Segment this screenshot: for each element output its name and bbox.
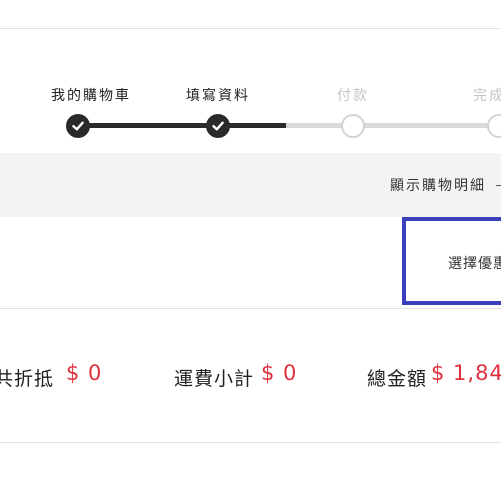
show-order-details-toggle[interactable]: 顯示購物明細 [390,175,486,195]
stepper-progress-remaining [286,123,501,128]
step-node-payment [341,114,365,138]
check-icon [211,119,225,133]
footer-divider [0,442,501,443]
grand-total-label: 總金額 [367,368,428,390]
stepper-progress-done [78,123,286,128]
shipping-subtotal-value: $ 0 [261,361,298,385]
shipping-subtotal-label: 運費小計 [174,368,255,390]
check-icon [71,119,85,133]
discount-value: $ 0 [66,361,103,385]
header-divider [0,28,501,29]
chevron-down-icon[interactable] [496,185,501,186]
step-node-cart [66,114,90,138]
step-node-complete [487,114,501,138]
grand-total-value: $ 1,84 [431,361,501,385]
discount-label: 共折抵 [0,368,55,390]
checkout-page: 我的購物車 填寫資料 付款 完成 顯示購物明細 選擇優惠 共折抵 $ 0 運費小… [0,0,501,500]
step-node-fill-info [206,114,230,138]
section-divider [0,308,501,309]
step-label-cart: 我的購物車 [51,88,131,104]
select-coupon-button[interactable]: 選擇優惠 [402,217,501,305]
select-coupon-label: 選擇優惠 [448,256,501,272]
step-label-payment: 付款 [337,88,369,104]
step-label-complete: 完成 [473,88,501,104]
step-label-fill-info: 填寫資料 [186,88,250,104]
